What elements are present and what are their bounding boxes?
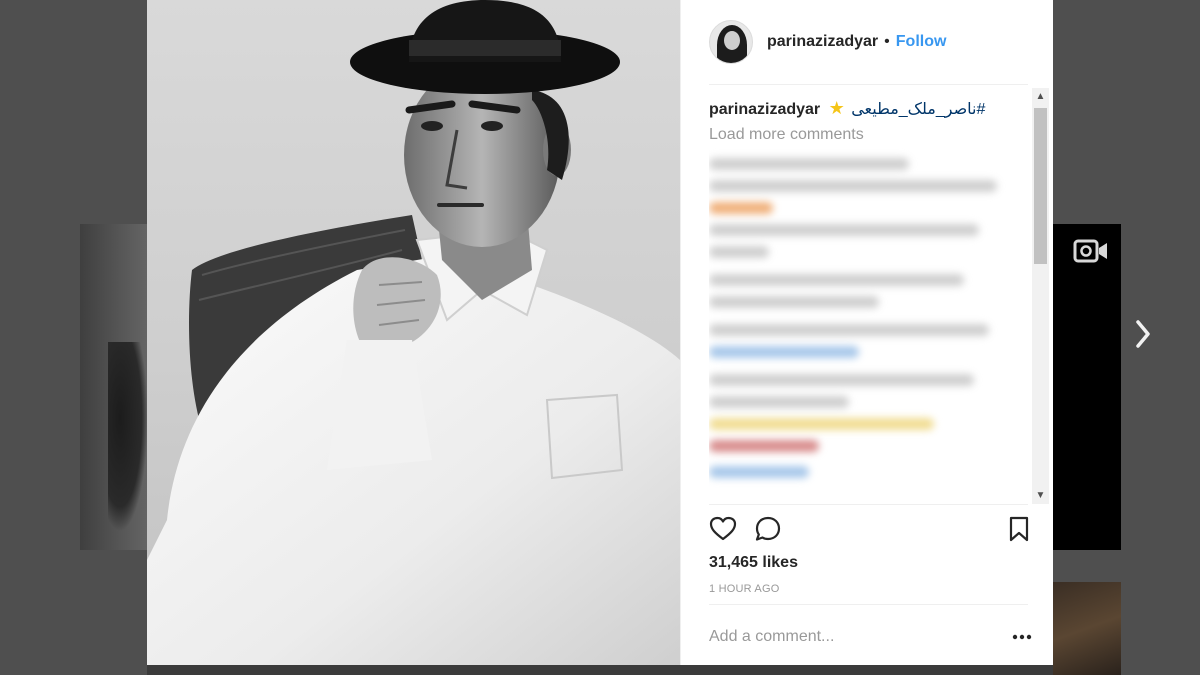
blurred-comment: [709, 180, 997, 192]
blurred-comment: [709, 246, 769, 258]
blurred-comment: [709, 418, 934, 430]
comments-scrollbar[interactable]: ▲ ▼: [1032, 88, 1049, 504]
blurred-comment: [709, 466, 809, 478]
blurred-comment: [709, 396, 849, 408]
separator-dot: •: [884, 33, 890, 50]
header-divider: [709, 84, 1028, 85]
background-thumbnail-right: [1053, 224, 1121, 550]
post-actions: [709, 515, 1031, 547]
blurred-comment: [709, 324, 989, 336]
chevron-right-icon[interactable]: [1130, 314, 1156, 354]
avatar[interactable]: [709, 20, 753, 64]
background-thumbnail-right-bottom: [1053, 582, 1121, 675]
blurred-comment: [709, 158, 909, 170]
post-username[interactable]: parinazizadyar: [767, 33, 878, 51]
heart-icon[interactable]: [709, 515, 737, 543]
comments-list: parinazizadyar ★ ناصر_ملک_مطیعی# Load mo…: [709, 94, 1031, 504]
video-icon: [1073, 239, 1107, 263]
blurred-comment: [709, 374, 974, 386]
background-thumbnail-left: [80, 224, 150, 550]
likes-count[interactable]: 31,465 likes: [709, 554, 798, 572]
star-emoji: ★: [828, 98, 845, 118]
blurred-comment: [709, 440, 819, 452]
scroll-down-arrow-icon[interactable]: ▼: [1032, 487, 1049, 504]
comment-icon[interactable]: [754, 515, 782, 543]
caption: parinazizadyar ★ ناصر_ملک_مطیعی#: [709, 94, 1031, 124]
post-header: parinazizadyar • Follow: [681, 0, 1054, 84]
follow-button[interactable]: Follow: [896, 33, 947, 51]
portrait-illustration: [147, 0, 680, 665]
blurred-comment: [709, 296, 879, 308]
post-modal: parinazizadyar • Follow parinazizadyar ★…: [147, 0, 1053, 665]
more-options-icon[interactable]: [1011, 627, 1033, 647]
post-photo: [147, 0, 680, 665]
bookmark-icon[interactable]: [1005, 515, 1033, 543]
blurred-comment: [709, 274, 964, 286]
background-thumbnail-strip: [147, 665, 1053, 675]
blurred-comment: [709, 346, 859, 358]
load-more-comments-button[interactable]: Load more comments: [709, 126, 1031, 144]
caption-hashtag[interactable]: ناصر_ملک_مطیعی#: [851, 101, 985, 118]
caption-username[interactable]: parinazizadyar: [709, 101, 820, 118]
blurred-comment: [709, 224, 979, 236]
post-side-panel: parinazizadyar • Follow parinazizadyar ★…: [680, 0, 1053, 665]
post-timestamp[interactable]: 1 HOUR AGO: [709, 583, 779, 595]
actions-divider: [709, 504, 1028, 505]
scrollbar-thumb[interactable]: [1034, 108, 1047, 264]
scroll-up-arrow-icon[interactable]: ▲: [1032, 88, 1049, 105]
composer-divider: [709, 604, 1028, 605]
add-comment-input[interactable]: [709, 625, 989, 649]
blurred-comment: [709, 202, 773, 214]
